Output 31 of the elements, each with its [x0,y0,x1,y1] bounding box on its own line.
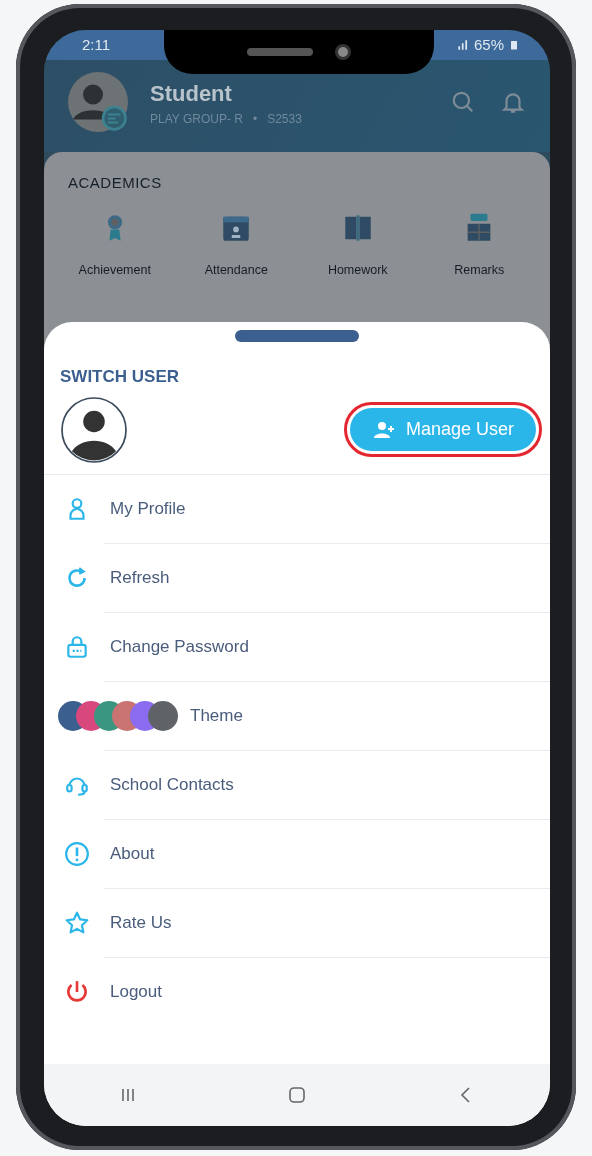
battery-icon [508,38,520,52]
academic-item-label[interactable]: Achievement [78,260,151,280]
menu-item[interactable]: Rate Us [110,909,172,936]
menu-item[interactable]: My Profile [110,495,186,522]
student-name: Student [150,79,233,108]
theme-swatches-drawing[interactable] [58,700,178,731]
sheet-title: SWITCH USER [59,366,180,388]
menu-item[interactable]: About [110,840,155,867]
separator-dot: • [252,110,258,128]
menu-item[interactable]: Theme [190,702,243,729]
class-name: PLAY GROUP- R [150,110,243,128]
user-avatar-icon[interactable] [60,395,128,464]
menu-item[interactable]: Change Password [110,633,249,660]
power-icon[interactable] [64,978,90,1005]
menu-item[interactable]: Refresh [110,564,170,591]
battery-percent: 65% [473,34,504,55]
menu-item[interactable]: Logout [110,978,162,1005]
academic-item-label[interactable]: Remarks [454,260,505,280]
menu-item[interactable]: School Contacts [110,771,234,798]
lock-icon[interactable] [64,633,90,660]
student-code: S2533 [267,110,302,128]
info-icon[interactable] [64,840,90,867]
search-icon[interactable] [450,89,476,115]
academic-item-label[interactable]: Homework [327,260,388,280]
section-title: ACADEMICS [67,173,163,193]
academic-item-label[interactable]: Attendance [204,260,268,280]
avatar-icon [68,72,128,132]
star-icon[interactable] [64,909,90,936]
drag-handle[interactable] [235,330,359,342]
status-time: 2:11 [82,34,111,55]
signal-icon [455,38,470,52]
